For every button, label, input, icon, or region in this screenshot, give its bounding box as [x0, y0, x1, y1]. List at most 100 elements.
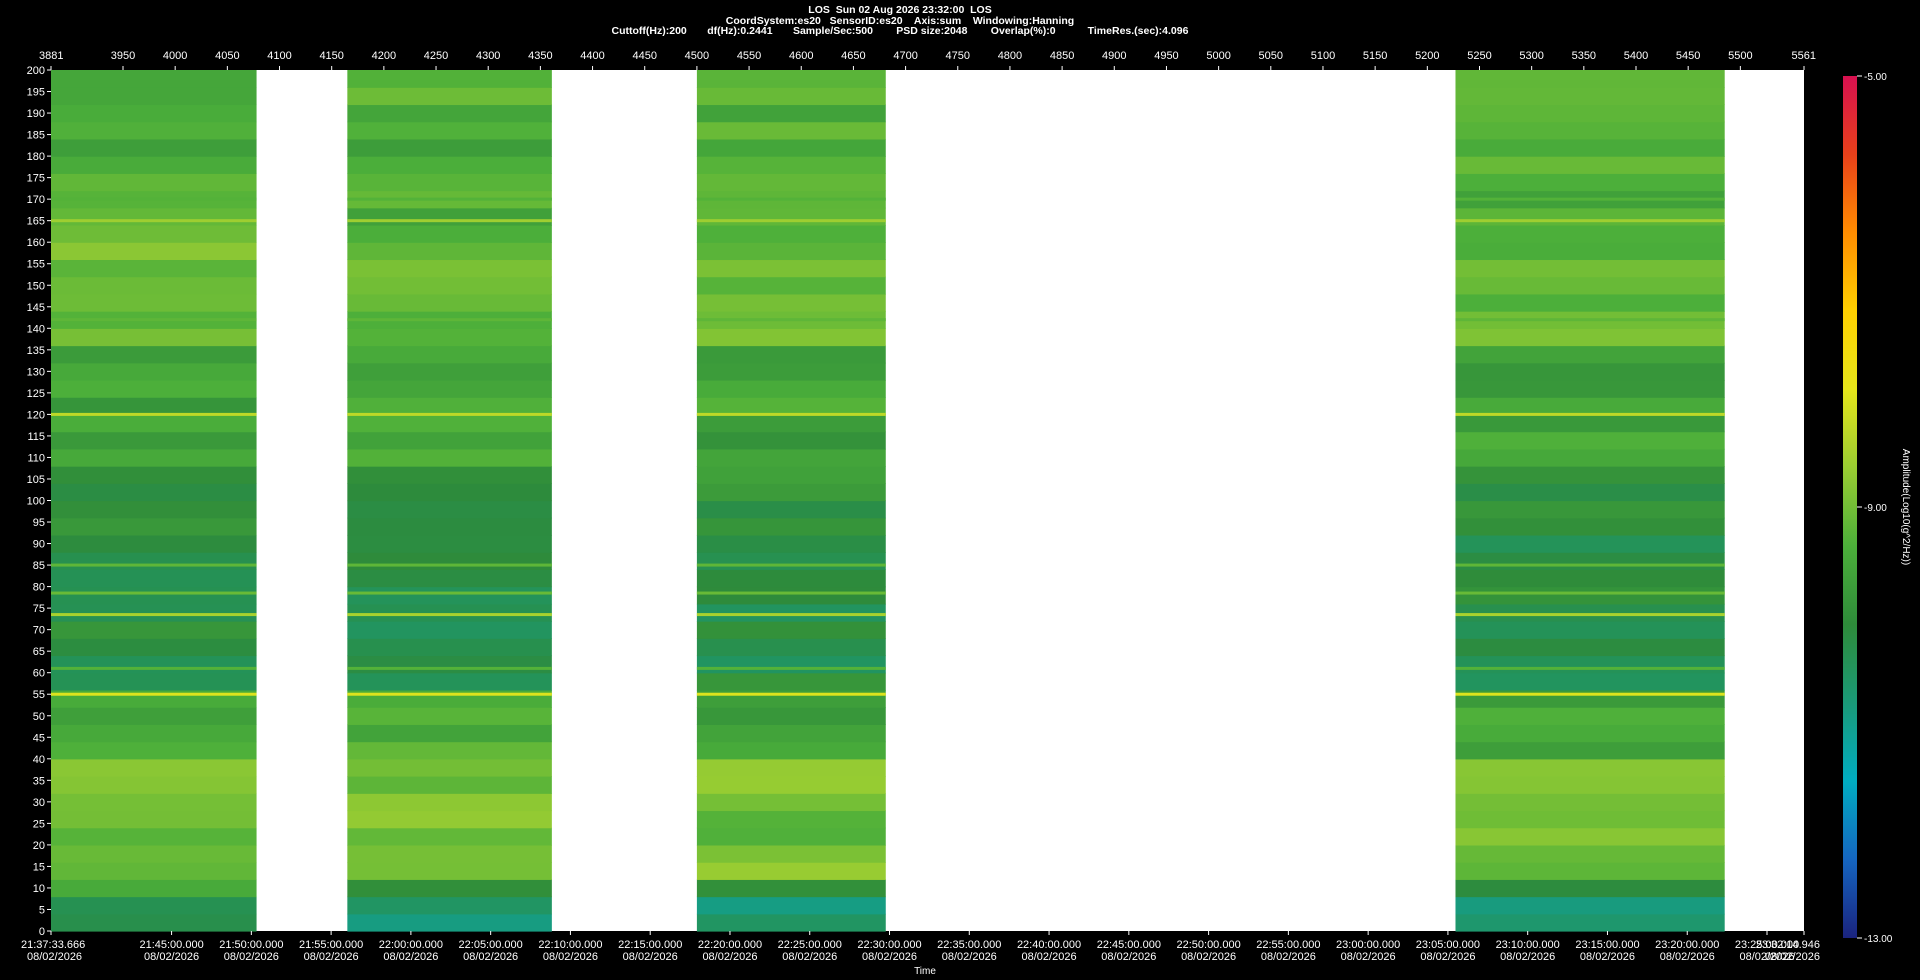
y-tick-label: 50: [33, 711, 45, 723]
y-tick-label: 145: [27, 302, 45, 314]
spectrogram-band: [51, 121, 257, 140]
top-tick-label: 5400: [1624, 50, 1648, 62]
x-tick-date: 08/02/2026: [543, 951, 598, 963]
spectrogram-band: [51, 259, 257, 278]
top-tick-label: 4150: [319, 50, 343, 62]
spectrogram-band: [1455, 776, 1725, 794]
top-tick-label: 4250: [424, 50, 448, 62]
spectrogram-band: [1455, 414, 1725, 433]
spectrogram-band: [51, 724, 257, 743]
x-tick-date: 08/02/2026: [304, 951, 359, 963]
spectrogram-band: [1455, 724, 1725, 743]
spectrogram-band: [1455, 224, 1725, 243]
spectrogram-chart: 0510152025303540455055606570758085909510…: [21, 50, 1911, 977]
x-tick-date: 08/02/2026: [224, 951, 279, 963]
spectral-line: [1455, 591, 1725, 595]
spectrogram-band: [696, 87, 886, 106]
spectrogram-band: [51, 448, 257, 467]
spectral-line: [347, 219, 552, 223]
spectrogram-band: [51, 758, 257, 777]
y-tick-label: 125: [27, 388, 45, 400]
x-axis-label: Time: [914, 966, 936, 977]
spectral-line: [696, 563, 886, 567]
x-tick-date: 08/02/2026: [27, 951, 82, 963]
spectral-line: [347, 613, 552, 617]
spectrogram-band: [51, 879, 257, 898]
spectrogram-band: [1455, 259, 1725, 278]
x-tick-time: 22:05:00.000: [459, 939, 523, 951]
colorbar-tick-label: -13.00: [1864, 934, 1893, 945]
x-tick-time: 22:45:00.000: [1097, 939, 1161, 951]
spectrogram-band: [696, 534, 886, 553]
y-tick-label: 110: [27, 452, 45, 464]
spectral-line: [347, 666, 552, 670]
x-tick-date: 08/02/2026: [144, 951, 199, 963]
spectral-line: [347, 563, 552, 567]
spectrogram-band: [1455, 121, 1725, 140]
spectral-line: [1455, 197, 1725, 201]
spectrogram-band: [347, 913, 552, 932]
y-tick-label: 150: [27, 280, 45, 292]
spectrogram-band: [1455, 104, 1725, 123]
spectrogram-band: [696, 707, 886, 725]
spectral-line: [347, 591, 552, 595]
spectrogram-band: [347, 156, 552, 174]
spectrogram-band: [1455, 500, 1725, 519]
spectrogram-band: [347, 431, 552, 450]
spectrogram-band: [51, 827, 257, 846]
spectrogram-band: [347, 104, 552, 123]
spectrogram-band: [51, 896, 257, 915]
spectrogram-band: [1455, 483, 1725, 502]
top-tick-label: 4000: [163, 50, 187, 62]
top-tick-label: 4700: [893, 50, 917, 62]
spectrogram-band: [51, 104, 257, 123]
spectrogram-band: [347, 362, 552, 381]
spectrogram-band: [51, 138, 257, 157]
top-tick-label: 5250: [1467, 50, 1491, 62]
spectrogram-band: [51, 810, 257, 829]
y-tick-label: 135: [27, 345, 45, 357]
spectral-line: [347, 318, 552, 322]
spectrogram-band: [696, 913, 886, 932]
spectrogram-band: [696, 224, 886, 243]
spectrogram-band: [1455, 431, 1725, 450]
spectrogram-band: [1455, 862, 1725, 880]
x-tick-date: 08/02/2026: [1580, 951, 1635, 963]
spectrogram-band: [347, 466, 552, 484]
spectrogram-band: [1455, 741, 1725, 760]
spectral-line: [51, 591, 257, 595]
spectral-line: [347, 692, 552, 696]
x-tick-time: 21:50:00.000: [219, 939, 283, 951]
spectrogram-band: [696, 500, 886, 519]
spectrogram-band: [696, 603, 886, 622]
spectrogram-band: [1455, 379, 1725, 398]
spectrogram-band: [51, 569, 257, 588]
x-tick-date: 08/02/2026: [1660, 951, 1715, 963]
spectral-line: [51, 219, 257, 223]
x-tick-date: 08/02/2026: [1261, 951, 1316, 963]
spectrogram-band: [347, 810, 552, 829]
spectrogram-band: [1455, 672, 1725, 691]
spectrogram-band: [696, 156, 886, 174]
top-tick-label: 5500: [1728, 50, 1752, 62]
spectrogram-band: [696, 621, 886, 639]
spectrogram-band: [1455, 793, 1725, 812]
spectrogram-band: [1455, 638, 1725, 657]
spectral-line: [51, 613, 257, 617]
spectrogram-band: [696, 276, 886, 295]
top-tick-label: 4450: [632, 50, 656, 62]
spectrogram-band: [1455, 621, 1725, 639]
spectrogram-band: [51, 621, 257, 639]
spectrogram-band: [347, 896, 552, 915]
spectrogram-band: [347, 621, 552, 639]
y-tick-label: 95: [33, 517, 45, 529]
spectrogram-band: [696, 362, 886, 381]
top-tick-label: 3950: [111, 50, 135, 62]
x-tick-date: 08/02/2026: [1420, 951, 1475, 963]
y-tick-label: 45: [33, 732, 45, 744]
spectrogram-band: [347, 173, 552, 192]
spectrogram-band: [696, 569, 886, 588]
spectrogram-band: [51, 517, 257, 536]
spectrogram-band: [347, 827, 552, 846]
spectrogram-band: [1455, 345, 1725, 364]
